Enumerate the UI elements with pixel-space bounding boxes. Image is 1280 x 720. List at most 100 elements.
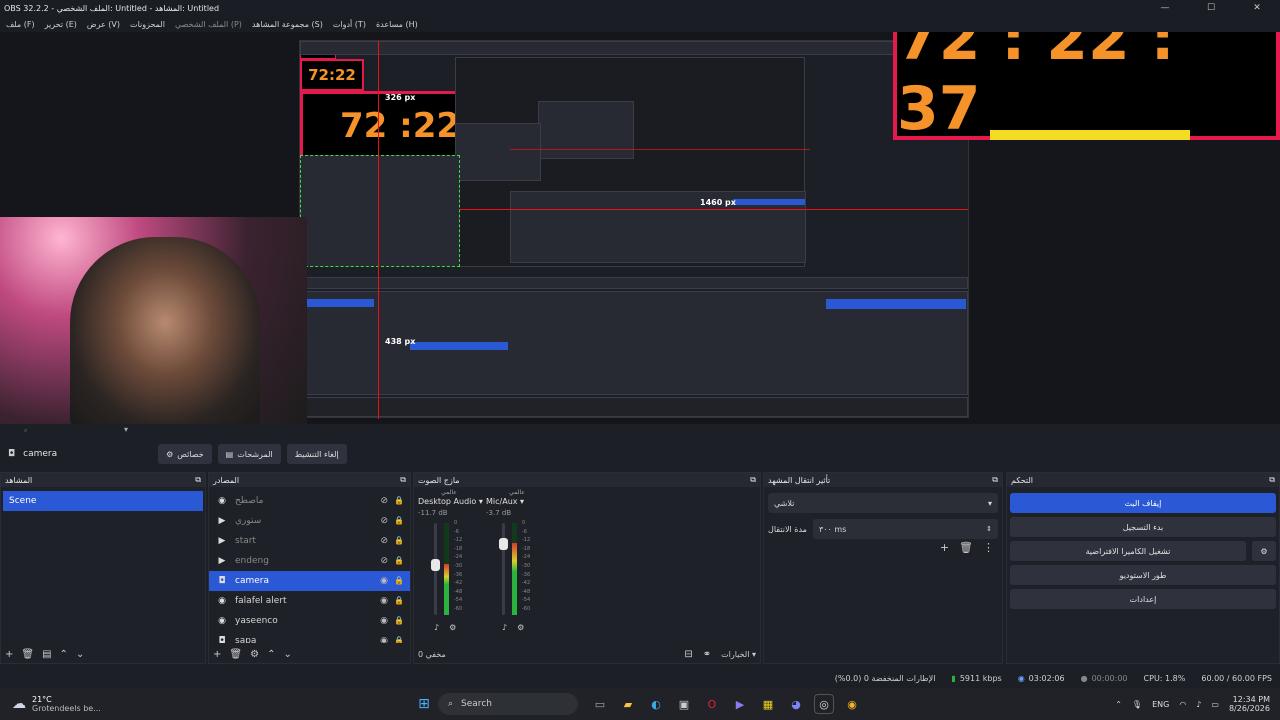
add-icon[interactable]: + (213, 649, 221, 660)
properties-button[interactable]: ⚙ خصائص (158, 444, 212, 464)
close-icon[interactable]: ✕ (1234, 0, 1280, 16)
source-item[interactable]: ▶ endeng ⊘ 🔒 (209, 551, 410, 571)
volume-slider[interactable] (431, 523, 440, 615)
duration-spinbox[interactable]: ٣٠٠ ms ⇕ (812, 519, 998, 539)
menu-item-1[interactable]: تحرير (E) (45, 20, 77, 29)
channel-settings-icon[interactable]: ⚙ (517, 623, 524, 632)
lock-icon[interactable]: 🔒 (394, 556, 404, 566)
maximize-icon[interactable]: ☐ (1188, 0, 1234, 16)
microphone-icon[interactable]: 🎙 (1132, 700, 1142, 709)
chevron-down-icon[interactable]: ▾ (124, 425, 128, 434)
grid-app-icon[interactable]: ▦ (758, 694, 778, 714)
chevron-up-icon[interactable]: ⌃ (267, 649, 275, 660)
source-item[interactable]: ◉ yaseenco ◉ 🔒 (209, 611, 410, 631)
filter-icon[interactable]: ▤ (42, 649, 51, 660)
control-button-0[interactable]: إيقاف البث (1010, 493, 1276, 513)
task-view-icon[interactable]: ▭ (590, 694, 610, 714)
lock-icon[interactable]: 🔒 (394, 516, 404, 526)
eye-icon[interactable]: ◉ (380, 616, 388, 626)
filters-button[interactable]: ▤ المرشحات (217, 444, 281, 464)
chevron-up-icon[interactable]: ⌃ (60, 649, 68, 660)
taskbar-clock[interactable]: 12:34 PM 8/26/2026 (1229, 695, 1270, 713)
lock-icon[interactable]: 🔒 (394, 636, 404, 643)
eye-off-icon[interactable]: ⊘ (380, 496, 388, 506)
weather-widget[interactable]: ☁ 21°C Grotendeels be... (12, 695, 212, 713)
windows-start-icon[interactable]: ⊞ (414, 694, 434, 714)
wifi-icon[interactable]: ◠ (1179, 700, 1186, 709)
taskbar-search[interactable]: ⌕ Search (438, 693, 578, 715)
gear-icon[interactable]: ⚙ (250, 649, 259, 660)
chevron-down-icon[interactable]: ⌄ (283, 649, 291, 660)
eye-icon[interactable]: ◉ (380, 636, 388, 643)
add-icon[interactable]: + (940, 541, 949, 554)
undock-icon[interactable]: ⧉ (1269, 475, 1275, 485)
lock-icon[interactable]: 🔒 (394, 616, 404, 626)
spin-icon[interactable]: ⇕ (986, 525, 992, 533)
source-item[interactable]: ◘ sapa ◉ 🔒 (209, 631, 410, 643)
chrome-icon[interactable]: ◉ (842, 694, 862, 714)
mixer-options-button[interactable]: الخيارات ▾ (721, 650, 756, 659)
minimize-icon[interactable]: — (1142, 0, 1188, 16)
source-item[interactable]: ◘ camera ◉ 🔒 (209, 571, 410, 591)
menu-item-0[interactable]: ملف (F) (6, 20, 35, 29)
volume-icon[interactable]: ♪ (1196, 700, 1201, 709)
eye-off-icon[interactable]: ⊘ (380, 556, 388, 566)
menu-item-4[interactable]: الملف الشخصي (P) (175, 20, 242, 29)
eye-off-icon[interactable]: ⊘ (380, 536, 388, 546)
volume-slider-handle[interactable] (499, 538, 508, 550)
more-icon[interactable]: ⋮ (983, 541, 994, 554)
menu-item-5[interactable]: مجموعة المشاهد (S) (252, 20, 323, 29)
undock-icon[interactable]: ⧉ (195, 475, 201, 485)
gear-icon[interactable]: ⚙ (1252, 541, 1276, 561)
trash-icon[interactable]: 🗑 (959, 541, 973, 554)
undock-icon[interactable]: ⧉ (992, 475, 998, 485)
obs-icon[interactable]: ◎ (814, 694, 834, 714)
scene-item[interactable]: Scene (3, 491, 203, 511)
volume-icon[interactable]: ♪ (502, 623, 507, 632)
source-item[interactable]: ▶ ستوري ⊘ 🔒 (209, 511, 410, 531)
chevron-up-icon[interactable]: ⌃ (1115, 700, 1122, 709)
opera-icon[interactable]: O (702, 694, 722, 714)
source-item[interactable]: ◉ ماصطح ⊘ 🔒 (209, 491, 410, 511)
eye-icon[interactable]: ◉ (380, 596, 388, 606)
language-indicator[interactable]: ENG (1152, 700, 1169, 709)
control-button-3[interactable]: طور الاستوديو (1010, 565, 1276, 585)
source-item[interactable]: ▶ start ⊘ 🔒 (209, 531, 410, 551)
lock-icon[interactable]: 🔒 (394, 596, 404, 606)
channel-name[interactable]: Mic/Aux ▾ (486, 497, 548, 509)
menu-item-2[interactable]: عرض (V) (87, 20, 120, 29)
add-icon[interactable]: + (5, 649, 13, 660)
channel-name[interactable]: Desktop Audio ▾ (418, 497, 483, 509)
lock-icon[interactable]: 🔒 (394, 536, 404, 546)
control-button-4[interactable]: إعدادات (1010, 589, 1276, 609)
control-button-1[interactable]: بدء التسجيل (1010, 517, 1276, 537)
edge-icon[interactable]: ◐ (646, 694, 666, 714)
lock-icon[interactable]: 🔒 (394, 496, 404, 506)
channel-settings-icon[interactable]: ⚙ (449, 623, 456, 632)
trash-icon[interactable]: 🗑 (21, 649, 34, 660)
source-item[interactable]: ◉ falafel alert ◉ 🔒 (209, 591, 410, 611)
menu-item-3[interactable]: المحزونات (130, 20, 165, 29)
file-explorer-icon[interactable]: ▰ (618, 694, 638, 714)
eye-icon[interactable]: ◉ (380, 576, 388, 586)
eye-off-icon[interactable]: ⊘ (380, 516, 388, 526)
undock-icon[interactable]: ⧉ (400, 475, 406, 485)
chevron-down-icon[interactable]: ⌄ (76, 649, 84, 660)
layout-icon[interactable]: ⊟ (684, 649, 692, 660)
menu-item-6[interactable]: أدوات (T) (333, 20, 366, 29)
control-button-2[interactable]: تشغيل الكاميرا الافتراضية (1010, 541, 1246, 561)
battery-icon[interactable]: ▭ (1211, 700, 1219, 709)
menu-item-7[interactable]: مساعدة (H) (376, 20, 418, 29)
preview-canvas[interactable]: 326 px 1460 px 438 px 72:22 72:22 72 :22… (0, 32, 1280, 424)
app-icon[interactable]: ▶ (730, 694, 750, 714)
volume-slider-handle[interactable] (431, 559, 440, 571)
undock-icon[interactable]: ⧉ (750, 475, 756, 485)
store-icon[interactable]: ▣ (674, 694, 694, 714)
deactivate-button[interactable]: إلغاء التنشيط (286, 444, 347, 464)
lock-icon[interactable]: 🔒 (394, 576, 404, 586)
volume-slider[interactable] (499, 523, 508, 615)
transition-select[interactable]: تلاشي ▾ (768, 493, 998, 513)
discord-icon[interactable]: ◕ (786, 694, 806, 714)
trash-icon[interactable]: 🗑 (229, 649, 242, 660)
volume-icon[interactable]: ♪ (434, 623, 439, 632)
